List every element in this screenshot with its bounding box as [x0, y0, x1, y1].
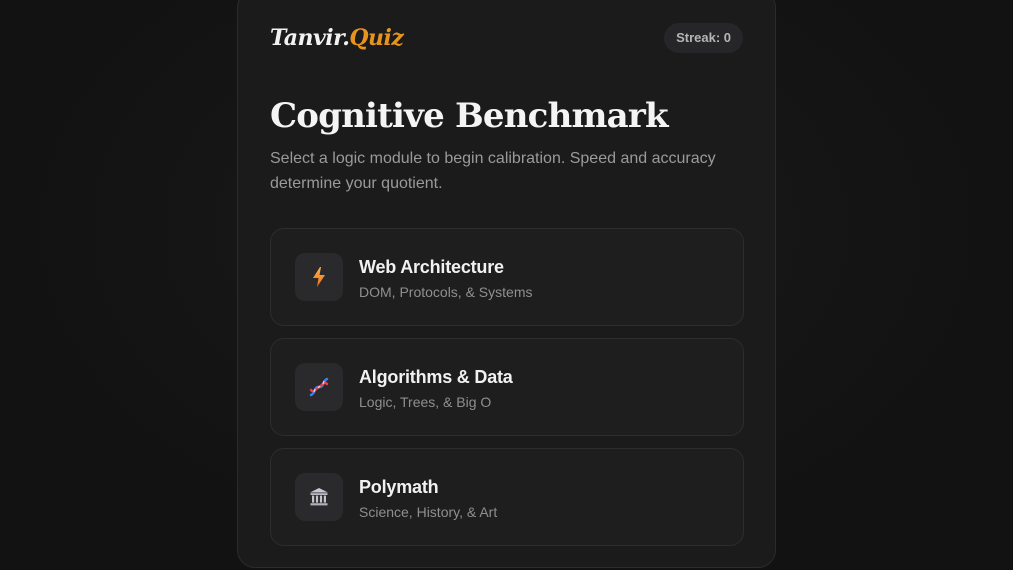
module-polymath[interactable]: Polymath Science, History, & Art [270, 448, 744, 546]
lightning-icon [295, 253, 343, 301]
module-web-architecture[interactable]: Web Architecture DOM, Protocols, & Syste… [270, 228, 744, 326]
dna-icon [295, 363, 343, 411]
logo-main: Tanvir. [270, 25, 350, 51]
header: Tanvir.Quiz Streak: 0 [270, 23, 743, 55]
module-algorithms-data[interactable]: Algorithms & Data Logic, Trees, & Big O [270, 338, 744, 436]
logo: Tanvir.Quiz [270, 25, 404, 51]
streak-badge: Streak: 0 [664, 23, 743, 53]
quiz-card: Tanvir.Quiz Streak: 0 Cognitive Benchmar… [237, 0, 776, 568]
module-description: Science, History, & Art [359, 504, 498, 520]
page-title: Cognitive Benchmark [270, 96, 669, 136]
page-subtitle: Select a logic module to begin calibrati… [270, 150, 716, 192]
classical-building-icon [295, 473, 343, 521]
module-description: Logic, Trees, & Big O [359, 394, 492, 410]
logo-accent: Quiz [349, 25, 404, 51]
module-title: Polymath [359, 477, 439, 497]
module-title: Web Architecture [359, 257, 504, 277]
module-title: Algorithms & Data [359, 367, 513, 387]
module-description: DOM, Protocols, & Systems [359, 284, 533, 300]
